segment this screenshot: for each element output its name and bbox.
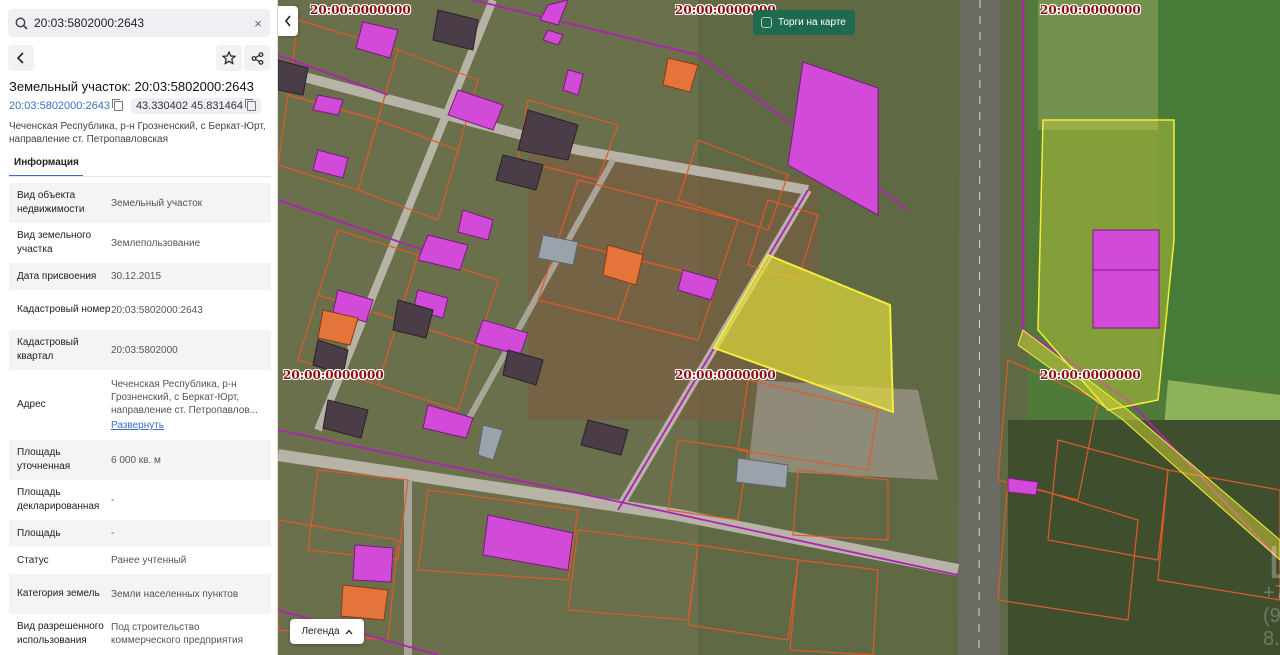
row-key: Площадь декларированная — [17, 487, 100, 512]
watermark-logo: Циан — [1268, 535, 1280, 589]
table-row: Вид объекта недвижимости Земельный участ… — [9, 183, 271, 223]
row-value: 30.12.2015 — [111, 271, 162, 282]
building — [1092, 229, 1160, 329]
table-row: Площадь уточненная 6 000 кв. м — [9, 440, 271, 480]
favorite-button[interactable] — [216, 45, 242, 71]
search-box[interactable]: × — [8, 9, 270, 37]
copy-icon[interactable] — [111, 99, 123, 111]
search-icon — [8, 17, 34, 30]
chevron-left-icon — [284, 15, 291, 27]
copy-icon[interactable] — [245, 99, 256, 111]
row-key: Вид земельного участка — [17, 230, 92, 255]
tab-divider — [9, 176, 271, 177]
row-key: Площадь уточненная — [17, 447, 71, 472]
expand-link[interactable]: Развернуть — [111, 419, 265, 432]
back-button[interactable] — [8, 45, 34, 71]
map-canvas[interactable] — [278, 0, 1280, 655]
quarter-label: 20:00:0000000 — [1040, 3, 1141, 17]
clear-icon[interactable]: × — [246, 16, 270, 31]
legend-label: Легенда — [301, 626, 340, 637]
tab-information[interactable]: Информация — [9, 152, 83, 177]
light-field — [1038, 0, 1158, 130]
cadastral-map[interactable]: 20:00:0000000 20:00:0000000 20:00:000000… — [278, 0, 1280, 655]
row-key: Площадь — [17, 527, 61, 539]
row-key: Статус — [17, 554, 49, 566]
table-row: Дата присвоения 30.12.2015 — [9, 263, 271, 290]
row-value: Землепользование — [111, 237, 201, 249]
row-key: Кадастровый номер — [17, 304, 111, 315]
panel-toolbar — [8, 45, 270, 71]
auctions-toggle-button[interactable]: Торги на карте — [753, 10, 855, 35]
chevron-up-icon — [345, 629, 353, 634]
share-icon — [251, 51, 263, 65]
table-row: Площадь - — [9, 520, 271, 547]
table-row: Вид земельного участка Землепользование — [9, 223, 271, 263]
parcel-title: Земельный участок: 20:03:5802000:2643 — [9, 79, 254, 94]
quarter-label: 20:00:0000000 — [675, 368, 776, 382]
row-value: - — [111, 494, 115, 506]
row-value: Земельный участок — [111, 197, 203, 209]
address-value-text: Чеченская Республика, р-н Грозненский, с… — [111, 379, 258, 416]
row-key: Адрес — [17, 399, 46, 410]
coordinates-chip[interactable]: 43.330402 45.831464 — [130, 98, 261, 114]
quarter-label: 20:00:0000000 — [310, 3, 411, 17]
cadastral-number-link[interactable]: 20:03:5802000:2643 — [9, 99, 123, 112]
row-key: Вид объекта недвижимости — [17, 190, 85, 215]
highway — [958, 0, 1000, 655]
quarter-label: 20:00:0000000 — [1040, 368, 1141, 382]
table-row: Вид разрешенного использования Под строи… — [9, 614, 271, 654]
row-key: Дата присвоения — [17, 270, 97, 282]
row-value: Земли населенных пунктов — [111, 588, 239, 600]
row-value: Ранее учтенный — [111, 555, 187, 566]
row-value: 20:03:5802000 — [111, 344, 178, 356]
orchard-rows — [1158, 0, 1280, 380]
row-value: 20:03:5802000:2643 — [111, 304, 203, 316]
row-value: Чеченская Республика, р-н Грозненский, с… — [111, 378, 271, 432]
row-key: Категория земель — [17, 588, 100, 599]
quarter-label: 20:00:0000000 — [283, 368, 384, 382]
parcel-chips: 20:03:5802000:2643 43.330402 45.831464 — [9, 98, 261, 114]
coordinates-text: 43.330402 45.831464 — [135, 100, 243, 112]
row-value: 6 000 кв. м — [111, 454, 161, 466]
table-row: Кадастровый квартал 20:03:5802000 — [9, 330, 271, 370]
collapse-panel-button[interactable] — [278, 6, 298, 36]
table-row: Категория земель Земли населенных пункто… — [9, 574, 271, 614]
legend-button[interactable]: Легенда — [290, 619, 364, 644]
row-value: Под строительство коммерческого предприя… — [111, 622, 244, 646]
info-panel: × Земельный участок: 20:03:5802000:2643 … — [0, 0, 278, 655]
table-row: Кадастровый номер 20:03:5802000:2643 — [9, 290, 271, 330]
cadastral-number-text: 20:03:5802000:2643 — [9, 100, 110, 112]
table-row: Площадь декларированная - — [9, 480, 271, 520]
search-input[interactable] — [34, 16, 246, 30]
toggle-checkbox[interactable] — [761, 17, 772, 28]
watermark-phone: +7 (929) 8... — [1263, 582, 1280, 650]
table-row: Статус Ранее учтенный — [9, 547, 271, 574]
chevron-left-icon — [16, 52, 24, 64]
share-button[interactable] — [244, 45, 270, 71]
table-row: Адрес Чеченская Республика, р-н Грозненс… — [9, 370, 271, 440]
auctions-label: Торги на карте — [778, 17, 846, 28]
star-icon — [222, 51, 236, 65]
parcel-address: Чеченская Республика, р-н Грозненский, с… — [9, 121, 266, 145]
row-key: Кадастровый квартал — [17, 337, 79, 362]
row-key: Вид разрешенного использования — [17, 621, 104, 646]
row-value: - — [111, 528, 115, 539]
info-table: Вид объекта недвижимости Земельный участ… — [9, 183, 271, 654]
